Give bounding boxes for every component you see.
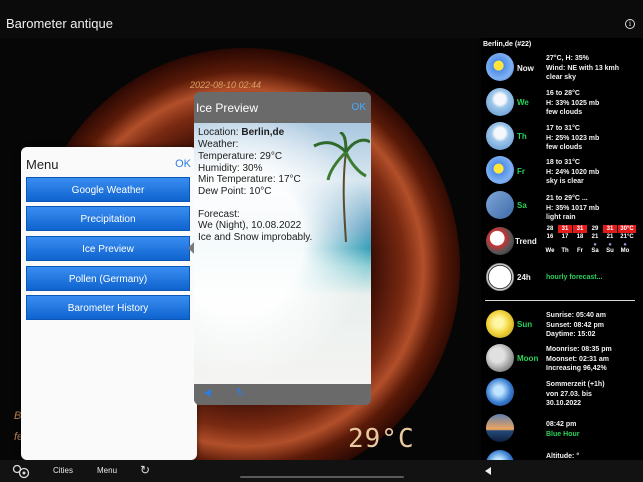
moon-label: Moon: [517, 354, 539, 363]
trend-min-row: 16 17 18 21 21 21°C: [546, 234, 634, 240]
forecast-row-label: Fr: [517, 167, 525, 176]
ice-preview-location: Location: Berlin,de: [198, 127, 285, 138]
forecast-location: Berlin,de (#22): [483, 41, 532, 48]
altitude-text: Altitude: °: [546, 453, 580, 460]
sun-icon[interactable]: [486, 53, 514, 81]
altitude-icon: [486, 450, 514, 460]
forecast-row-label: Sa: [517, 201, 527, 210]
forecast-row-details: 27°C, H: 35% Wind: NE with 13 kmh clear sk…: [546, 55, 620, 81]
blue-hour-icon: [486, 414, 514, 442]
clock-icon[interactable]: [486, 263, 514, 291]
back-arrow-icon[interactable]: [485, 467, 491, 475]
menu-item-ice-preview[interactable]: Ice Preview: [26, 236, 190, 261]
forecast-panel: Berlin,de (#22) Now 27°C, H: 35% Wind: NE…: [481, 38, 643, 460]
title-bar: Barometer antique i: [0, 0, 643, 38]
menu-ok-button[interactable]: OK: [175, 158, 191, 170]
info-icon[interactable]: i: [625, 19, 635, 29]
trend-label: Trend: [515, 237, 537, 246]
ice-preview-dew-point: Dew Point: 10°C: [198, 186, 272, 197]
menu-item-barometer-history[interactable]: Barometer History: [26, 295, 190, 320]
ice-preview-weather-label: Weather:: [198, 139, 239, 150]
barometer-datetime: 2022-08-10 02:44: [190, 80, 262, 90]
forecast-row-details: 16 to 28°C H: 33% 1025 mb few clouds: [546, 90, 600, 116]
trend-table: 28 31 31 29 31 30°C 16 17 18 21 21 21°C …: [543, 225, 639, 255]
ice-preview-popover: Ice Preview OK Location: Berlin,de Weath…: [194, 92, 371, 405]
settings-gears-icon[interactable]: [11, 463, 31, 479]
blue-hour-details: 08:42 pm Blue Hour: [546, 421, 580, 438]
ice-preview-ok-button[interactable]: OK: [352, 102, 366, 113]
ice-preview-title: Ice Preview: [196, 101, 259, 115]
ice-preview-forecast-label: Forecast:: [198, 209, 240, 220]
cities-button[interactable]: Cities: [53, 466, 73, 475]
bottom-toolbar: Cities Menu ↻: [0, 460, 643, 482]
trend-icon[interactable]: [486, 227, 514, 255]
divider: [485, 300, 635, 301]
home-indicator: [240, 476, 404, 478]
moon-details: Moonrise: 08:35 pm Moonset: 02:31 am Incre…: [546, 346, 612, 372]
earth-icon: [486, 378, 514, 406]
reload-icon[interactable]: ↻: [140, 463, 150, 477]
app-title: Barometer antique: [6, 16, 113, 31]
menu-panel: Menu OK Google Weather Precipitation Ice…: [21, 147, 197, 460]
menu-item-precipitation[interactable]: Precipitation: [26, 206, 190, 231]
menu-item-pollen[interactable]: Pollen (Germany): [26, 266, 190, 291]
hourly-label: 24h: [517, 273, 531, 282]
cloud-icon[interactable]: [486, 88, 514, 116]
palm-tree-icon: [313, 132, 370, 242]
forecast-row-details: 18 to 31°C H: 24% 1020 mb sky is clear: [546, 159, 600, 185]
cloud-icon[interactable]: [486, 122, 514, 150]
trend-max-row: 28 31 31 29 31 30°C: [543, 225, 639, 233]
menu-title: Menu: [26, 157, 59, 172]
sun-icon[interactable]: [486, 156, 514, 184]
forecast-row-label: We: [517, 98, 529, 107]
sun-label: Sun: [517, 320, 533, 329]
forecast-row-label: Th: [517, 132, 527, 141]
sun-details: Sunrise: 05:40 am Sunset: 08:42 pm Daytime…: [546, 312, 606, 338]
barometer-temperature: 29°C: [348, 424, 415, 454]
sun-ball-icon: [486, 310, 514, 338]
menu-button[interactable]: Menu: [97, 466, 117, 475]
ice-preview-forecast-text: Ice and Snow improbably.: [198, 232, 313, 243]
forecast-row-label: Now: [517, 64, 534, 73]
trend-days-row: We Th Fr Sa Su Mo: [545, 248, 630, 254]
hourly-forecast-link[interactable]: hourly forecast...: [546, 273, 602, 283]
ice-preview-humidity: Humidity: 30%: [198, 163, 263, 174]
forecast-row-details: 17 to 31°C H: 25% 1023 mb few clouds: [546, 125, 600, 151]
ice-preview-footer: [194, 384, 371, 405]
menu-item-google-weather[interactable]: Google Weather: [26, 177, 190, 202]
forecast-row-details: 21 to 29°C ... H: 35% 1017 mb light rain: [546, 195, 600, 221]
summertime-details: Sommerzeit (+1h) von 27.03. bis 30.10.2022: [546, 381, 605, 407]
app-window: Barometer antique i 2022-08-10 02:44 B f…: [0, 0, 643, 482]
moon-icon: [486, 344, 514, 372]
ice-preview-min-temperature: Min Temperature: 17°C: [198, 174, 301, 185]
rain-icon[interactable]: [486, 191, 514, 219]
refresh-icon[interactable]: ↻: [236, 386, 245, 399]
ice-preview-forecast-day: We (Night), 10.08.2022: [198, 220, 302, 231]
back-arrow-icon[interactable]: [204, 389, 211, 397]
ice-preview-temperature: Temperature: 29°C: [198, 151, 283, 162]
